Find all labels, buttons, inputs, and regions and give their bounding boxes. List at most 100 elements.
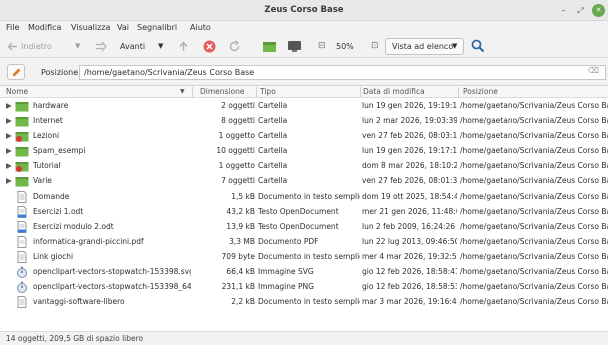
maximize-button[interactable]: ⤢ [574,4,587,17]
view-mode-label: Vista ad elenco [392,42,454,51]
forward-button-label[interactable]: Avanti [120,35,145,58]
file-row[interactable]: Esercizi modulo 2.odt 13,9 kB Testo Open… [0,220,608,235]
file-name: Internet [33,116,63,126]
file-row[interactable]: Esercizi 1.odt 43,2 kB Testo OpenDocumen… [0,205,608,220]
file-modified: lun 19 gen 2026, 19:17:13 [362,146,457,156]
column-divider[interactable] [192,87,193,97]
forward-history-dropdown-icon[interactable]: ▼ [158,35,163,58]
file-name: Lezioni [33,131,60,141]
file-type: Testo OpenDocument [258,221,339,231]
zoom-in-icon[interactable]: ⊡ [371,35,379,58]
expander-triangle-icon[interactable]: ▶ [6,101,12,110]
file-location: /home/gaetano/Scrivania/Zeus Corso Base [460,206,608,216]
column-divider[interactable] [458,87,459,97]
file-row[interactable]: vantaggi-software-libero 2,2 kB Document… [0,295,608,310]
column-name-header[interactable]: Nome [6,87,28,96]
location-label: Posizione: [41,68,81,77]
column-location-header[interactable]: Posizione [463,87,498,96]
image-file-icon [15,281,29,294]
back-history-dropdown-icon[interactable]: ▼ [75,35,80,58]
column-divider[interactable] [256,87,257,97]
column-divider[interactable] [360,87,361,97]
menu-visualizza[interactable]: Visualizza [71,23,110,32]
status-bar: 14 oggetti, 209,5 GB di spazio libero [0,331,608,345]
expander-triangle-icon[interactable]: ▶ [6,176,12,185]
menu-modifica[interactable]: Modifica [28,23,61,32]
file-row[interactable]: ▶ Lezioni 1 oggetto Cartella ven 27 feb … [0,129,608,144]
window-title: Zeus Corso Base [264,5,344,15]
expander-triangle-icon[interactable]: ▶ [6,116,12,125]
forward-arrow-icon[interactable] [94,40,108,53]
file-type: Cartella [258,116,288,126]
file-location: /home/gaetano/Scrivania/Zeus Corso Base [460,221,608,231]
odt-document-icon [15,220,29,233]
odt-document-icon [15,205,29,218]
expander-triangle-icon[interactable]: ▶ [6,146,12,155]
folder-emblem-icon [15,130,29,143]
file-size: 3,3 MB [229,236,255,246]
file-name: Esercizi modulo 2.odt [33,221,114,231]
menu-file[interactable]: File [6,23,19,32]
search-icon[interactable] [471,39,485,53]
file-row[interactable]: Link giochi 709 byte Documento in testo … [0,250,608,265]
column-size-header[interactable]: Dimensione [200,87,244,96]
file-location: /home/gaetano/Scrivania/Zeus Corso Base [460,131,608,141]
reload-icon[interactable] [228,40,241,53]
file-row[interactable]: ▶ hardware 2 oggetti Cartella lun 19 gen… [0,99,608,114]
toolbar: Indietro ▼ Avanti ▼ ⊟ 50% ⊡ Vista ad ele… [0,35,608,58]
menu-aiuto[interactable]: Aiuto [190,23,211,32]
file-name: hardware [33,101,69,110]
file-row[interactable]: openclipart-vectors-stopwatch-153398_64…… [0,280,608,295]
close-button[interactable]: ✕ [592,4,605,17]
file-size: 231,1 kB [221,282,255,292]
file-size: 709 byte [221,251,255,261]
file-location: /home/gaetano/Scrivania/Zeus Corso Base [460,176,608,186]
zoom-out-icon[interactable]: ⊟ [318,35,326,58]
file-modified: gio 12 feb 2026, 18:58:53 [362,282,457,292]
minimize-button[interactable]: – [557,4,570,17]
expander-triangle-icon[interactable]: ▶ [6,131,12,140]
column-type-header[interactable]: Tipo [260,87,276,96]
up-arrow-icon[interactable] [177,40,190,53]
file-type: Documento in testo semplice [258,191,360,201]
file-location: /home/gaetano/Scrivania/Zeus Corso Base [460,297,608,307]
file-type: Cartella [258,176,288,186]
stop-icon[interactable] [203,40,216,53]
expander-triangle-icon[interactable]: ▶ [6,161,12,170]
file-modified: mer 21 gen 2026, 11:48:03 [362,206,457,216]
text-file-icon [15,296,29,309]
file-row[interactable]: ▶ Internet 8 oggetti Cartella lun 2 mar … [0,114,608,129]
back-button-label[interactable]: Indietro [21,35,52,58]
file-row[interactable]: ▶ Spam_esempi 10 oggetti Cartella lun 19… [0,144,608,159]
file-row[interactable]: Domande 1,5 kB Documento in testo sempli… [0,190,608,205]
computer-icon[interactable] [287,40,302,53]
file-type: Cartella [258,161,288,171]
folder-icon [15,145,29,157]
menu-segnalibri[interactable]: Segnalibri [137,23,177,32]
file-name: openclipart-vectors-stopwatch-153398.svg [33,267,191,277]
view-mode-select[interactable]: Vista ad elenco ▼ [385,38,464,55]
back-arrow-icon[interactable] [6,40,19,53]
location-input[interactable]: /home/gaetano/Scrivania/Zeus Corso Base … [79,65,606,80]
file-modified: gio 12 feb 2026, 18:58:41 [362,267,457,277]
file-type: Documento in testo semplice [258,251,360,261]
column-modified-header[interactable]: Data di modifica [363,87,425,96]
file-name: Esercizi 1.odt [33,206,84,216]
toggle-location-button[interactable] [7,64,25,80]
file-size: 13,9 kB [226,221,255,231]
file-type: Immagine SVG [258,267,314,277]
file-modified: lun 2 mar 2026, 19:03:39 [362,116,457,126]
file-row[interactable]: ▶ Varie 7 oggetti Cartella ven 27 feb 20… [0,174,608,189]
file-row[interactable]: ▶ Tutorial 1 oggetto Cartella dom 8 mar … [0,159,608,174]
file-row[interactable]: openclipart-vectors-stopwatch-153398.svg… [0,265,608,280]
home-folder-icon[interactable] [262,40,277,53]
title-bar: Zeus Corso Base – ⤢ ✕ [0,0,608,21]
sort-chevron-icon[interactable]: ▼ [180,88,185,95]
location-path: /home/gaetano/Scrivania/Zeus Corso Base [84,68,255,77]
clear-location-icon[interactable]: ⌫ [588,66,599,75]
file-name: Link giochi [33,251,74,261]
file-type: Testo OpenDocument [258,206,339,216]
file-row[interactable]: informatica-grandi-piccini.pdf 3,3 MB Do… [0,235,608,250]
menu-vai[interactable]: Vai [117,23,129,32]
folder-emblem-icon [15,160,29,173]
